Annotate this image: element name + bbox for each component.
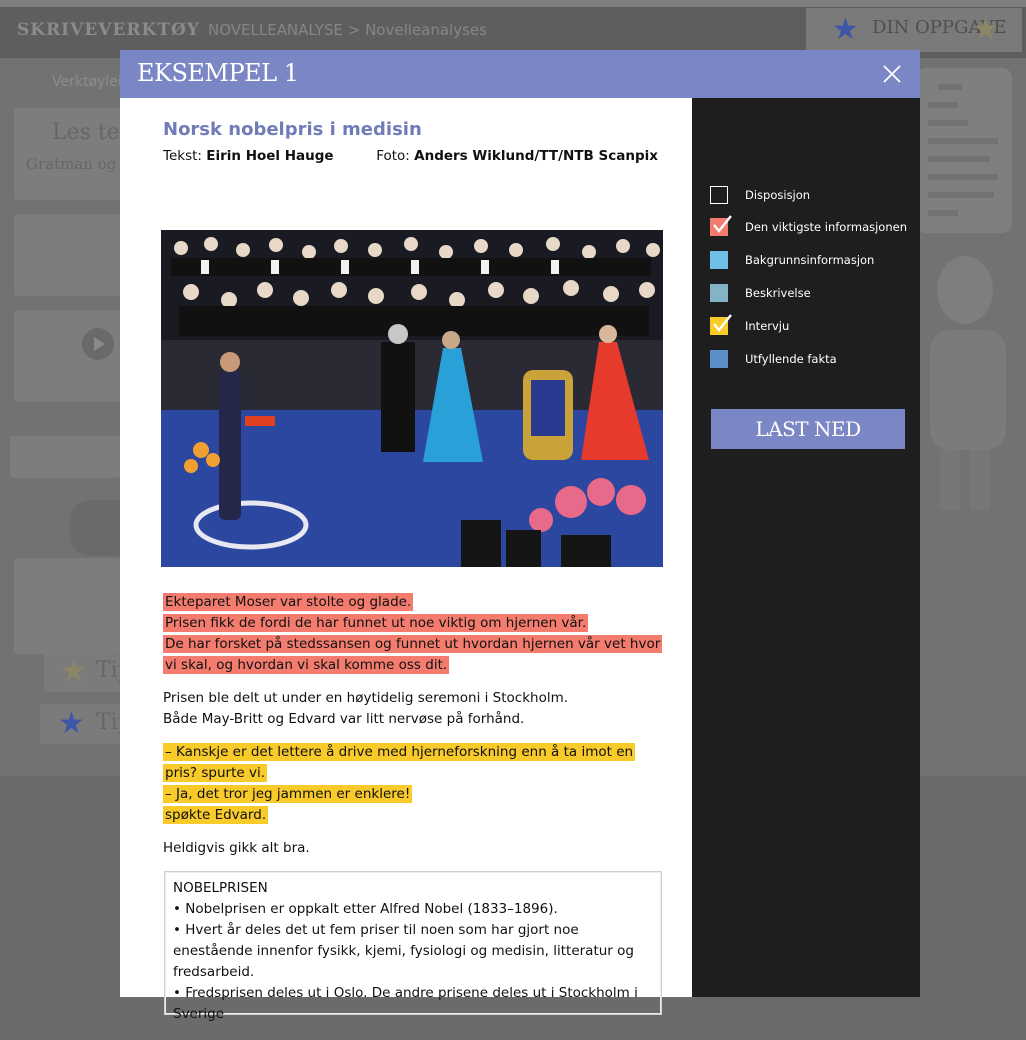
legend-item-intervju[interactable]: Intervju <box>710 314 790 337</box>
checkbox-icon[interactable] <box>710 186 728 204</box>
body-text: Prisen ble delt ut under en høytidelig s… <box>163 690 569 706</box>
highlight-interview: – Kanskje er det lettere å drive med hje… <box>163 743 636 782</box>
legend-label: Utfyllende fakta <box>745 352 837 366</box>
play-icon <box>82 328 114 360</box>
download-button[interactable]: LAST NED <box>711 409 905 449</box>
body-text: Heldigvis gikk alt bra. <box>163 840 310 856</box>
modal-title: EKSEMPEL 1 <box>137 59 299 87</box>
article-credits: Tekst: Eirin Hoel Hauge Foto: Anders Wik… <box>163 148 658 164</box>
legend-item-utfyllende-fakta[interactable]: Utfyllende fakta <box>710 348 837 370</box>
factbox-item: • Fredsprisen deles ut i Oslo. De andre … <box>173 985 638 1022</box>
text-author: Eirin Hoel Hauge <box>206 148 334 164</box>
top-strip <box>0 0 1026 7</box>
nobel-ceremony-photo <box>161 230 663 567</box>
photo-credit: Anders Wiklund/TT/NTB Scanpix <box>414 148 658 164</box>
modal-header: EKSEMPEL 1 <box>120 50 920 98</box>
factbox-item: • Nobelprisen er oppkalt etter Alfred No… <box>173 901 558 917</box>
legend-panel: Disposisjon Den viktigste informasjonen … <box>692 98 920 997</box>
factbox-item: • Hvert år deles det ut fem priser til n… <box>173 922 634 980</box>
body-text: Både May-Britt og Edvard var litt nervøs… <box>163 711 525 727</box>
close-icon[interactable] <box>880 62 904 86</box>
interview-paragraph: – Kanskje er det lettere å drive med hje… <box>163 742 663 826</box>
legend-item-disposisjon[interactable]: Disposisjon <box>710 184 810 206</box>
highlight-main-info: Prisen fikk de fordi de har funnet ut no… <box>163 614 589 632</box>
closing-paragraph: Heldigvis gikk alt bra. <box>163 838 663 859</box>
color-swatch-icon[interactable] <box>710 350 728 368</box>
mascot-figure-icon <box>930 256 1006 510</box>
mascot-icon <box>70 500 120 556</box>
app-title: SKRIVEVERKTØY <box>17 20 200 40</box>
highlight-main-info: De har forsket på stedssansen og funnet … <box>163 635 663 674</box>
legend-item-viktigste-informasjonen[interactable]: Den viktigste informasjonen <box>710 215 907 238</box>
legend-label: Den viktigste informasjonen <box>745 220 907 234</box>
factbox-heading: NOBELPRISEN <box>173 880 268 896</box>
example-modal: EKSEMPEL 1 Norsk nobelpris i medisin Tek… <box>120 50 920 1022</box>
ceremony-paragraph: Prisen ble delt ut under en høytidelig s… <box>163 688 663 730</box>
checkbox-checked-icon[interactable] <box>710 215 732 236</box>
star-icon: ★ <box>832 12 859 47</box>
section-bar <box>10 436 120 478</box>
breadcrumb: NOVELLEANALYSE > Novelleanalyses <box>208 21 487 39</box>
legend-label: Bakgrunnsinformasjon <box>745 253 875 267</box>
content-card <box>14 214 120 296</box>
checkbox-checked-icon[interactable] <box>710 314 732 335</box>
color-swatch-icon[interactable] <box>710 284 728 302</box>
legend-label: Disposisjon <box>745 188 811 202</box>
legend-label: Intervju <box>745 319 790 333</box>
main-info-paragraph: Ekteparet Moser var stolte og glade. Pri… <box>163 592 663 676</box>
photo-label: Foto: <box>376 148 410 164</box>
tool-label: Verktøylei <box>52 74 122 90</box>
star-icon: ★ <box>972 12 999 47</box>
article-panel: Norsk nobelpris i medisin Tekst: Eirin H… <box>120 98 692 1022</box>
star-icon: ★ <box>60 654 87 689</box>
color-swatch-icon[interactable] <box>710 251 728 269</box>
highlight-main-info: Ekteparet Moser var stolte og glade. <box>163 593 414 611</box>
highlight-interview: – Ja, det tror jeg jammen er enklere! <box>163 785 413 803</box>
factbox: NOBELPRISEN • Nobelprisen er oppkalt ett… <box>164 871 662 1022</box>
highlight-interview: spøkte Edvard. <box>163 806 269 824</box>
legend-item-bakgrunnsinformasjon[interactable]: Bakgrunnsinformasjon <box>710 249 874 271</box>
star-icon: ★ <box>58 706 85 741</box>
legend-item-beskrivelse[interactable]: Beskrivelse <box>710 282 811 304</box>
article-title: Norsk nobelpris i medisin <box>163 119 422 140</box>
legend-label: Beskrivelse <box>745 286 811 300</box>
speech-bubble-text-icon <box>920 78 1006 224</box>
content-card <box>14 558 120 654</box>
text-label: Tekst: <box>163 148 202 164</box>
